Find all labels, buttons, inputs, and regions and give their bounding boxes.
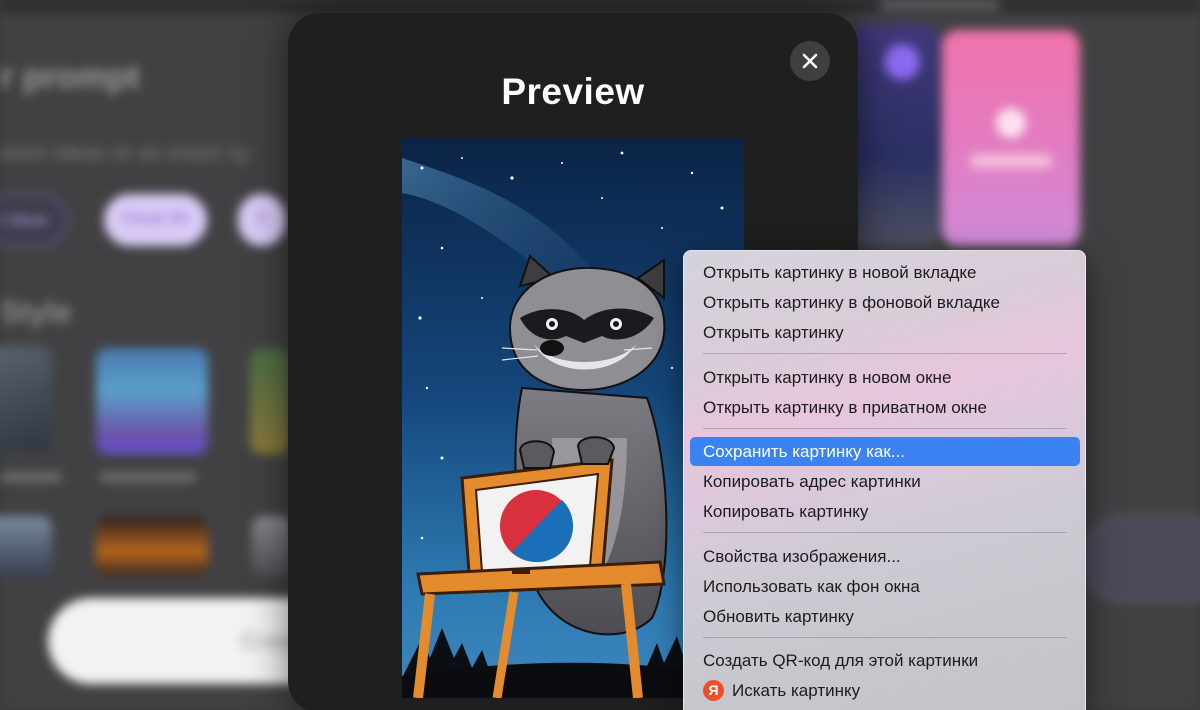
- menu-item-copy-image[interactable]: Копировать картинку: [690, 497, 1080, 526]
- yandex-search-icon: Я: [703, 679, 724, 701]
- close-icon: [802, 53, 818, 69]
- modal-title: Preview: [501, 71, 645, 112]
- menu-separator: [703, 637, 1067, 638]
- background-style-thumbnail: [0, 516, 52, 576]
- background-style-thumbnail: [96, 516, 208, 576]
- background-prompt-title: r prompt: [0, 58, 140, 96]
- menu-separator: [703, 532, 1067, 533]
- background-style-thumbnail: [250, 348, 290, 454]
- background-style-thumbnail: [0, 346, 52, 452]
- background-thumbnail-label: [100, 472, 196, 482]
- background-thumbnail-label: [0, 472, 62, 482]
- menu-item-open-image-new-window[interactable]: Открыть картинку в новом окне: [690, 363, 1080, 392]
- background-card-dot: [884, 44, 920, 80]
- menu-item-open-image-new-tab[interactable]: Открыть картинку в новой вкладке: [690, 258, 1080, 287]
- close-button[interactable]: [790, 41, 830, 81]
- menu-item-set-as-background[interactable]: Использовать как фон окна: [690, 572, 1080, 601]
- menu-item-copy-image-address[interactable]: Копировать адрес картинки: [690, 467, 1080, 496]
- background-chip: t Ideas: [0, 194, 69, 246]
- background-right-pill: [1080, 516, 1200, 602]
- background-top-label: [880, 0, 1000, 10]
- background-style-heading: Style: [0, 296, 72, 329]
- menu-separator: [703, 428, 1067, 429]
- menu-item-open-image-background-tab[interactable]: Открыть картинку в фоновой вкладке: [690, 288, 1080, 317]
- image-context-menu: Открыть картинку в новой вкладке Открыть…: [683, 250, 1086, 710]
- background-top-bar: [0, 0, 1200, 12]
- menu-separator: [703, 353, 1067, 354]
- background-chip: C: [238, 194, 286, 246]
- background-card-label: [970, 154, 1052, 168]
- menu-item-save-image-as[interactable]: Сохранить картинку как...: [690, 437, 1080, 466]
- background-style-thumbnail: [96, 348, 208, 454]
- menu-item-reload-image[interactable]: Обновить картинку: [690, 602, 1080, 631]
- background-prompt-subtitle: ason ideas or an exact sy: [0, 140, 250, 165]
- menu-item-open-image[interactable]: Открыть картинку: [690, 318, 1080, 347]
- menu-item-create-qr-code[interactable]: Создать QR-код для этой картинки: [690, 646, 1080, 675]
- menu-item-open-image-private-window[interactable]: Открыть картинку в приватном окне: [690, 393, 1080, 422]
- background-style-thumbnail: [252, 516, 292, 576]
- background-style-card: [942, 30, 1080, 246]
- menu-item-image-properties[interactable]: Свойства изображения...: [690, 542, 1080, 571]
- menu-item-search-image[interactable]: Я Искать картинку: [690, 676, 1080, 705]
- background-card-icon: [996, 108, 1026, 138]
- background-chip: Cloud 3D: [104, 194, 207, 246]
- menu-item-search-image-label: Искать картинку: [732, 681, 861, 700]
